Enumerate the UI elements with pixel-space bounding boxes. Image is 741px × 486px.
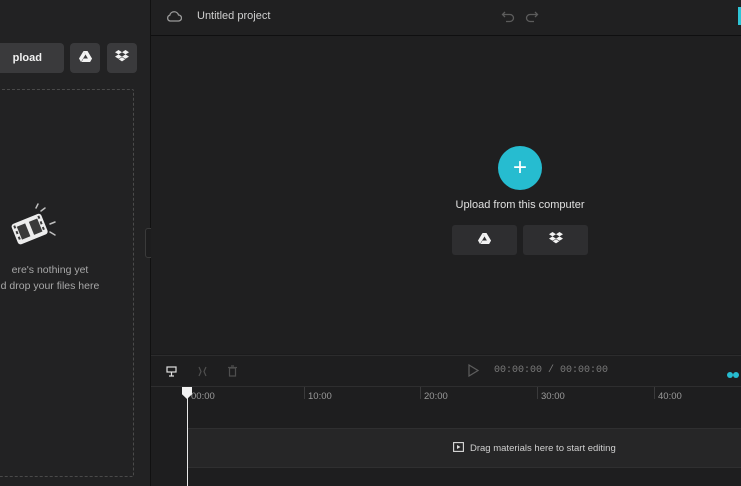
empty-state-title: ere's nothing yet <box>11 264 89 276</box>
delete-icon[interactable] <box>225 364 239 378</box>
redo-icon[interactable] <box>525 9 539 28</box>
tick-label: 30:00 <box>541 391 565 402</box>
google-drive-icon <box>78 49 92 67</box>
upload-plus-button[interactable]: + <box>498 146 542 190</box>
zoom-fit-icon[interactable] <box>727 366 739 378</box>
preview-google-drive-button[interactable] <box>452 225 517 255</box>
google-drive-icon <box>478 231 491 249</box>
tick-label: 10:00 <box>308 391 332 402</box>
drag-hint: Drag materials here to start editing <box>453 442 616 455</box>
upload-from-computer-label[interactable]: Upload from this computer <box>440 199 600 211</box>
playhead[interactable] <box>187 396 188 486</box>
media-icon <box>453 442 464 455</box>
tick-label: 20:00 <box>424 391 448 402</box>
tick-mark <box>420 387 421 399</box>
tick-mark <box>537 387 538 399</box>
dropbox-icon <box>115 49 129 67</box>
dropbox-button[interactable] <box>107 43 137 73</box>
time-readout: 00:00:00 / 00:00:00 <box>494 365 609 376</box>
marker-icon[interactable] <box>164 364 178 378</box>
film-clapper-icon <box>8 202 60 255</box>
plus-icon: + <box>512 154 527 181</box>
time-ruler[interactable] <box>151 386 741 387</box>
drag-hint-text: Drag materials here to start editing <box>470 443 616 454</box>
tick-mark <box>304 387 305 399</box>
upload-button[interactable]: pload <box>0 43 64 73</box>
cloud-icon[interactable] <box>166 9 183 28</box>
split-icon[interactable] <box>195 364 209 378</box>
preview-dropbox-button[interactable] <box>523 225 588 255</box>
empty-state-subtitle: d drop your files here <box>0 280 100 292</box>
tick-label: 00:00 <box>191 391 215 402</box>
undo-icon[interactable] <box>501 9 515 28</box>
upload-button-label: pload <box>12 52 42 64</box>
tick-mark <box>654 387 655 399</box>
project-title[interactable]: Untitled project <box>197 10 270 22</box>
google-drive-button[interactable] <box>70 43 100 73</box>
play-icon[interactable] <box>467 363 480 382</box>
dropbox-icon <box>548 231 563 249</box>
tick-label: 40:00 <box>658 391 682 402</box>
preview-area <box>151 36 741 354</box>
